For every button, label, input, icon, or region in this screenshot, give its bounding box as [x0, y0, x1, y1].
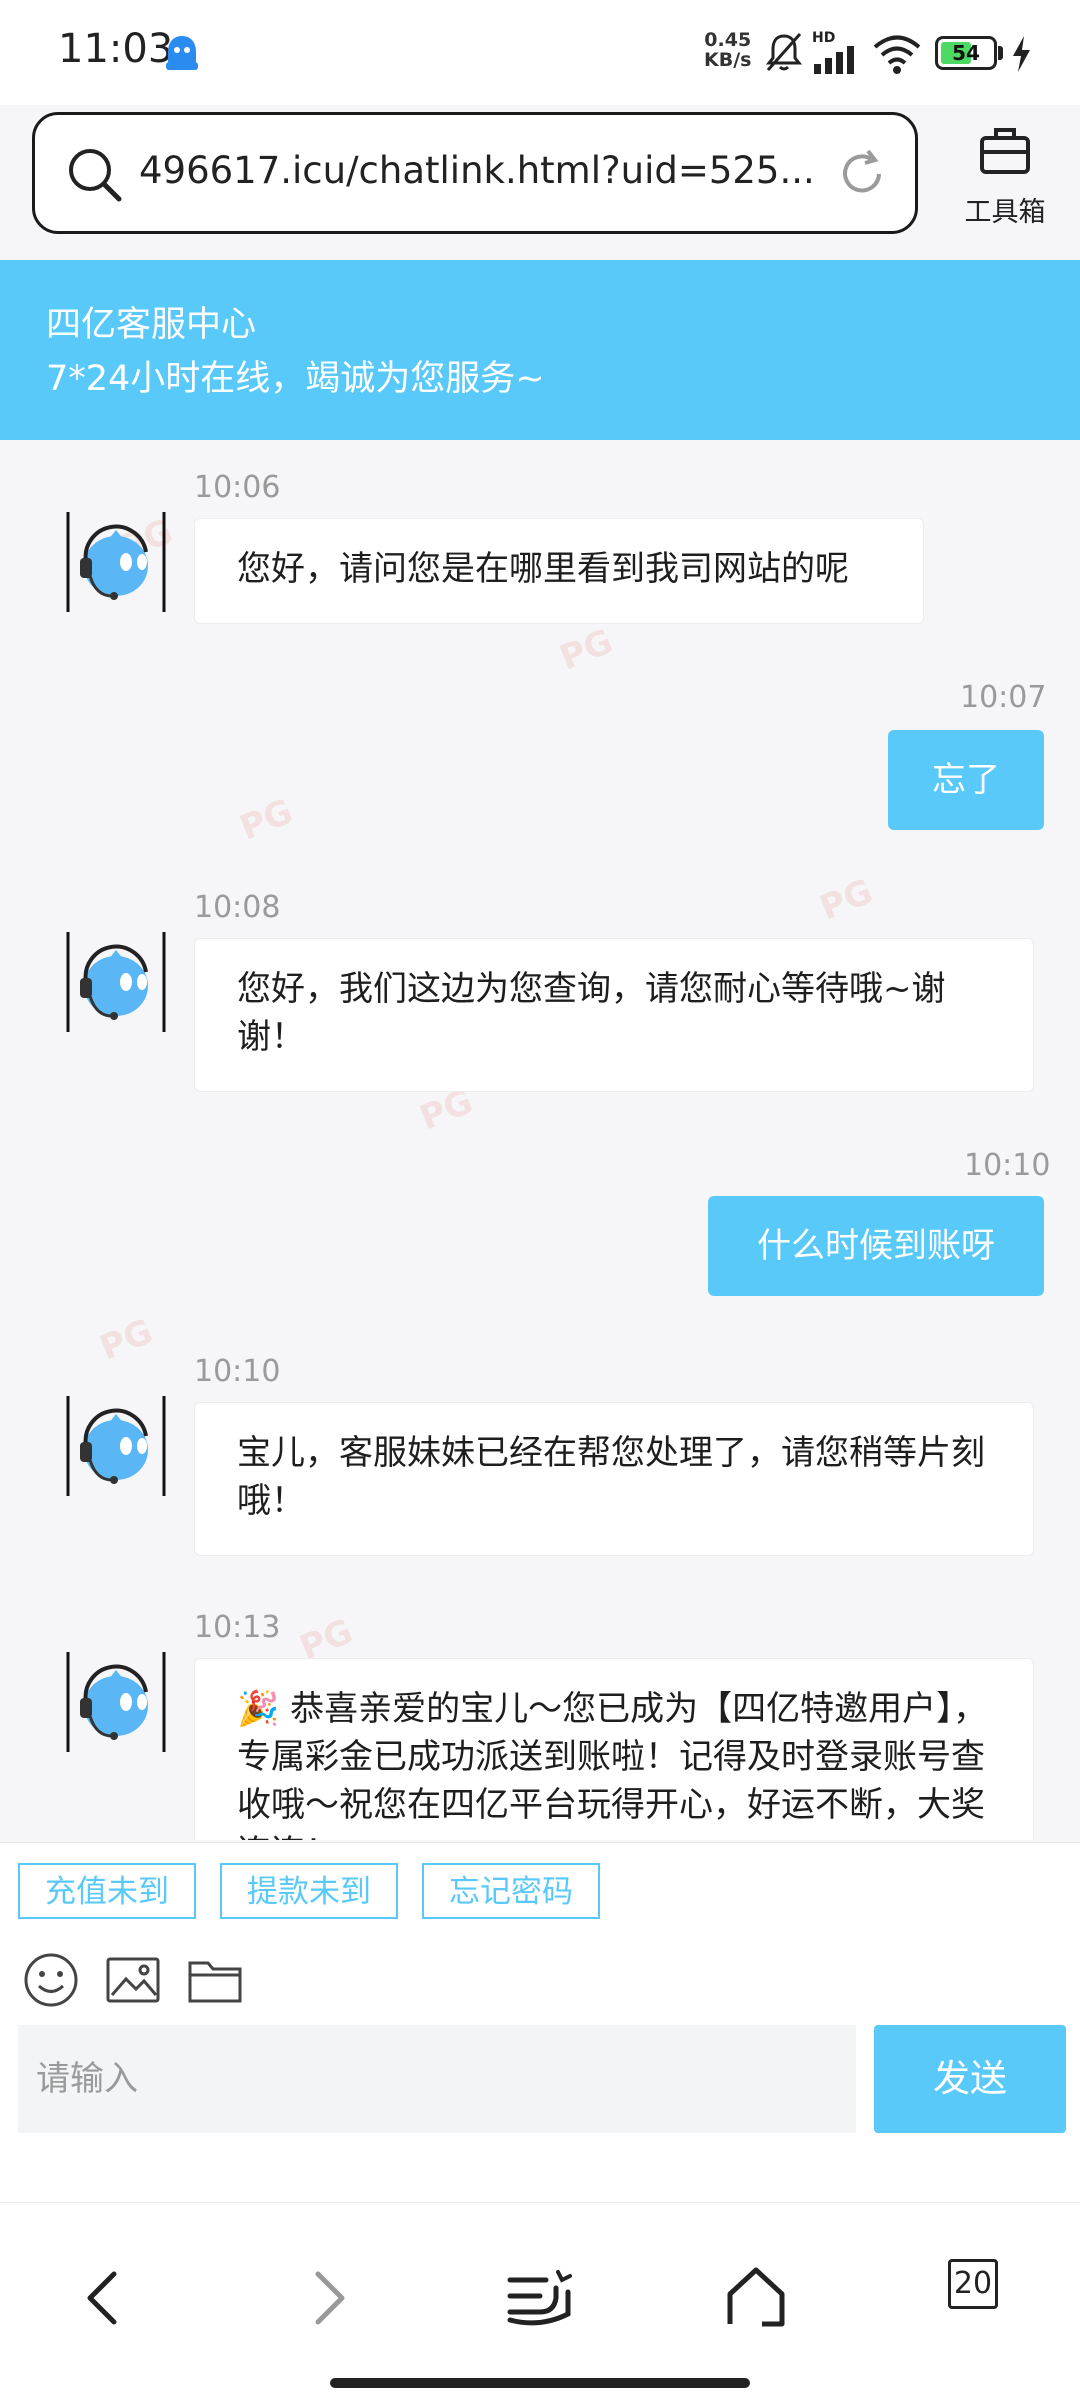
folder-icon[interactable]	[186, 1951, 244, 2009]
message-bubble-incoming: 您好，请问您是在哪里看到我司网站的呢	[194, 518, 924, 624]
chat-header: 四亿客服中心 7*24小时在线，竭诚为您服务~	[0, 260, 1080, 440]
watermark: PG	[814, 871, 879, 929]
agent-avatar-icon	[66, 1652, 166, 1752]
network-speed: 0.45 KB/s	[704, 30, 751, 70]
agent-avatar-icon	[66, 1396, 166, 1496]
toolbox-button[interactable]: 工具箱	[950, 120, 1060, 230]
message-time: 10:13	[194, 1610, 281, 1645]
image-icon[interactable]	[104, 1951, 162, 2009]
url-text[interactable]: 496617.icu/chatlink.html?uid=525...	[139, 149, 815, 192]
toolbox-label: 工具箱	[964, 197, 1046, 228]
home-indicator[interactable]	[330, 2378, 750, 2388]
message-time: 10:07	[960, 680, 1047, 715]
back-icon[interactable]	[66, 2258, 146, 2338]
menu-icon[interactable]	[500, 2258, 580, 2338]
reload-icon[interactable]	[835, 147, 889, 201]
chat-message-list[interactable]: PG PG PG PG PG PG PG PG 10:06 您好，请问您是在哪里…	[0, 440, 1080, 1840]
app-notification-icon	[166, 36, 198, 70]
message-input[interactable]	[18, 2025, 856, 2133]
charging-bolt-icon	[1013, 36, 1030, 72]
message-bubble-outgoing: 什么时候到账呀	[708, 1196, 1044, 1296]
message-bubble-incoming: 您好，我们这边为您查询，请您耐心等待哦~谢谢！	[194, 938, 1034, 1092]
wifi-icon	[873, 35, 921, 74]
quick-reply-deposit[interactable]: 充值未到	[18, 1863, 196, 1919]
battery-tip	[998, 46, 1003, 60]
quick-reply-forgot-password[interactable]: 忘记密码	[422, 1863, 600, 1919]
browser-nav-bar: 20	[0, 2202, 1080, 2401]
message-time: 10:08	[194, 890, 281, 925]
watermark: PG	[234, 791, 299, 849]
message-time: 10:06	[194, 470, 281, 505]
search-icon	[69, 149, 122, 202]
battery-level: 54	[952, 41, 980, 65]
agent-avatar-icon	[66, 512, 166, 612]
status-time: 11:03	[58, 26, 174, 72]
address-bar[interactable]: 496617.icu/chatlink.html?uid=525...	[32, 112, 918, 234]
status-bar: 11:03 0.45 KB/s HD 54	[0, 0, 1080, 105]
send-button[interactable]: 发送	[874, 2025, 1066, 2133]
network-speed-value: 0.45	[704, 29, 752, 51]
emoji-icon[interactable]	[22, 1951, 80, 2009]
page-title: 四亿客服中心	[46, 305, 257, 345]
message-time: 10:10	[194, 1354, 281, 1389]
home-icon[interactable]	[716, 2258, 796, 2338]
battery-icon: 54	[935, 36, 997, 70]
signal-icon	[814, 46, 854, 74]
agent-avatar-icon	[66, 932, 166, 1032]
watermark: PG	[554, 621, 619, 679]
message-time: 10:10	[964, 1148, 1051, 1183]
quick-reply-withdraw[interactable]: 提款未到	[220, 1863, 398, 1919]
forward-icon[interactable]	[286, 2258, 366, 2338]
watermark: PG	[94, 1311, 159, 1369]
message-bubble-incoming: 🎉 恭喜亲爱的宝儿～您已成为【四亿特邀用户】，专属彩金已成功派送到账啦！记得及时…	[194, 1658, 1034, 1840]
message-bubble-outgoing: 忘了	[888, 730, 1044, 830]
mute-bell-icon	[765, 33, 803, 71]
message-bubble-incoming: 宝儿，客服妹妹已经在帮您处理了，请您稍等片刻哦！	[194, 1402, 1034, 1556]
briefcase-icon	[980, 128, 1030, 174]
tabs-count-button[interactable]: 20	[948, 2259, 998, 2309]
composer-panel: 充值未到 提款未到 忘记密码 发送	[0, 1842, 1080, 2203]
page-subtitle: 7*24小时在线，竭诚为您服务~	[46, 359, 545, 399]
network-speed-unit: KB/s	[704, 49, 752, 71]
